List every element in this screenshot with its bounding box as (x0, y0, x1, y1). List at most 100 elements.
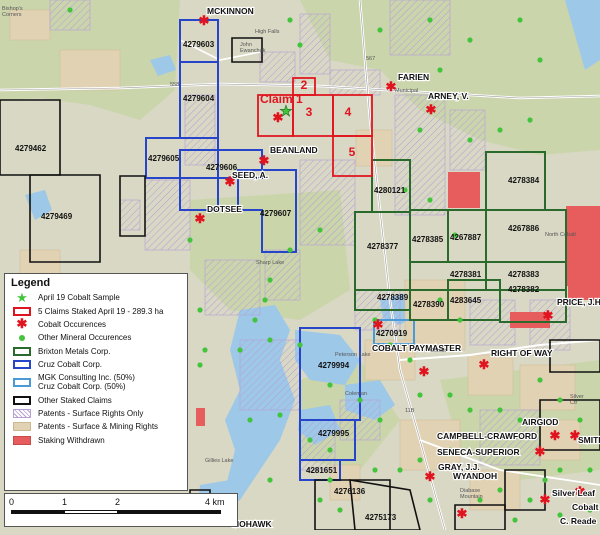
lightblue-outline-swatch (11, 377, 33, 387)
claim-number-label: 4278389 (377, 293, 409, 302)
red-fill-swatch (11, 435, 33, 445)
legend-item-label: Cruz Cobalt Corp. (38, 360, 103, 370)
new-claim-number: 2 (301, 78, 308, 92)
legend-item: 5 Claims Staked April 19 - 289.3 ha (11, 304, 181, 317)
red-asterisk-icon: ✱ (457, 506, 468, 521)
claim-number-label: 4283645 (450, 296, 482, 305)
claim-number-label: 4278377 (367, 242, 399, 251)
red-asterisk-icon: ✱ (550, 428, 561, 443)
place-label: Peterson Lake (335, 352, 370, 358)
occurrence-label: C. Reade (560, 516, 597, 526)
green-dot-icon (287, 17, 293, 23)
claim-number-label: 4279604 (183, 94, 215, 103)
green-dot-icon (497, 127, 503, 133)
green-dot-icon (297, 342, 303, 348)
black-outline-swatch (11, 395, 33, 405)
green-dot-icon (427, 497, 433, 503)
claim-number-label: 4278385 (412, 235, 444, 244)
claim-number-label: 4278390 (413, 300, 445, 309)
claim-number-label: 4280121 (374, 186, 406, 195)
legend-item-label: Brixton Metals Corp. (38, 346, 111, 356)
new-claim-number: 5 (349, 145, 356, 159)
claim-number-label: 4278382 (508, 285, 540, 294)
purple-hatch-swatch (11, 408, 33, 418)
green-dot-icon (377, 27, 383, 33)
place-label: Cobalt (430, 348, 446, 354)
red-asterisk-icon: ✱ (195, 211, 206, 226)
claim-number-label: 4276136 (334, 487, 366, 496)
green-dot-icon (327, 477, 333, 483)
claim-number-label: 4278381 (450, 270, 482, 279)
green-dot-icon (327, 382, 333, 388)
claim-number-label: 4279607 (260, 209, 292, 218)
place-label: Bishop's Corners (2, 6, 23, 18)
green-star-icon: ★ (16, 289, 28, 305)
scale-tick-1: 1 (62, 497, 68, 507)
green-dot-icon (447, 392, 453, 398)
green-dot-icon (267, 337, 273, 343)
green-dot-icon (407, 357, 413, 363)
green-dot-icon (467, 137, 473, 143)
green-dot-icon (287, 247, 293, 253)
occurrence-label: Silver Leaf (552, 488, 595, 498)
green-dot-icon (437, 67, 443, 73)
occurrence-label: MOHAWK (232, 519, 273, 529)
green-outline-swatch (11, 346, 33, 356)
occurrence-label: WYANDOH (453, 471, 497, 481)
green-dot-icon (197, 307, 203, 313)
occurrence-label: DOTSEE (207, 204, 242, 214)
claim-number-label: 4275173 (365, 513, 397, 522)
scale-segment-1 (11, 510, 65, 514)
green-dot-icon (247, 417, 253, 423)
green-dot-icon (297, 42, 303, 48)
green-dot-icon (267, 277, 273, 283)
green-dot-icon (417, 457, 423, 463)
green-dot-icon (587, 467, 593, 473)
green-dot-icon (527, 117, 533, 123)
claim-number-label: 4270919 (376, 329, 408, 338)
tan-fill-swatch (11, 422, 33, 432)
red-outline-swatch (11, 306, 33, 316)
green-dot-icon (457, 317, 463, 323)
green-dot-icon (417, 392, 423, 398)
occurrence-label: CAMPBELL-CRAWFORD (437, 431, 537, 441)
legend-item: Patents - Surface & Mining Rights (11, 420, 181, 433)
new-claim-1-label: Claim 1 (260, 92, 303, 106)
green-dot-icon (372, 467, 378, 473)
new-claim-number: 3 (306, 105, 313, 119)
occurrence-label: ARNEY, V. (428, 91, 469, 101)
green-dot-icon (327, 447, 333, 453)
legend-item-label: Other Staked Claims (38, 395, 112, 405)
green-dot-icon (197, 362, 203, 368)
scale-segment-3 (117, 510, 221, 514)
legend-item: Cruz Cobalt Corp. (11, 358, 181, 371)
green-dot-icon (497, 407, 503, 413)
occurrence-label: PRICE, J.H. (557, 297, 600, 307)
claim-number-label: 4279469 (41, 212, 73, 221)
claim-number-label: 4279462 (15, 144, 47, 153)
red-asterisk-icon: ✱ (479, 357, 490, 372)
map-legend: Legend ★ April 19 Cobalt Sample 5 Claims S… (4, 273, 188, 491)
occurrence-label: FARIEN (398, 72, 429, 82)
green-dot-icon (307, 437, 313, 443)
legend-item: Other Mineral Occurences (11, 331, 181, 344)
legend-item: Staking Withdrawn (11, 434, 181, 447)
road-label: 558 (170, 82, 179, 88)
red-asterisk-icon: ✱ (535, 444, 546, 459)
green-dot-icon (537, 57, 543, 63)
green-dot-icon (237, 347, 243, 353)
red-asterisk-icon: ✱ (540, 492, 551, 507)
legend-item-label: Staking Withdrawn (38, 435, 105, 445)
green-dot-icon (397, 467, 403, 473)
green-dot-icon (277, 412, 283, 418)
green-dot-icon (377, 417, 383, 423)
green-dot-icon (417, 127, 423, 133)
green-dot-icon (187, 237, 193, 243)
green-dot-icon (537, 377, 543, 383)
legend-item: MGK Consulting Inc. (50%) Cruz Cobalt Co… (11, 371, 181, 393)
claim-number-label: 4267886 (508, 224, 540, 233)
scale-segment-2 (64, 510, 118, 514)
green-dot-icon (557, 467, 563, 473)
scale-tick-2: 2 (115, 497, 121, 507)
green-dot-icon (427, 17, 433, 23)
